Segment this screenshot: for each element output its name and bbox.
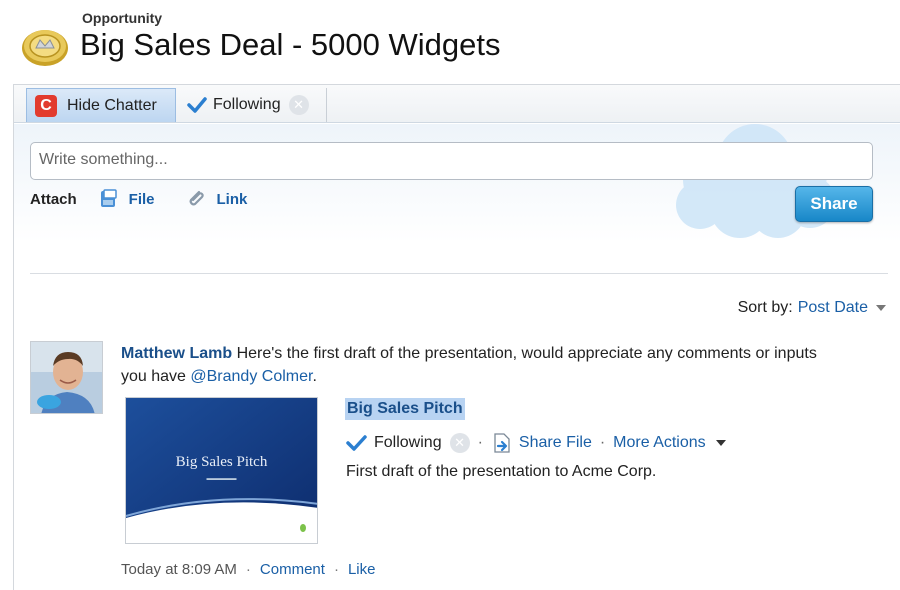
link-label: Link <box>216 190 248 208</box>
attach-link-link[interactable]: Link <box>185 188 248 210</box>
close-icon[interactable]: ✕ <box>449 433 470 453</box>
share-file-link[interactable]: Share File <box>519 434 592 452</box>
chatter-icon: C <box>35 94 57 117</box>
hide-chatter-label: Hide Chatter <box>67 96 157 114</box>
attach-label: Attach <box>30 190 77 208</box>
mention-link[interactable]: @Brandy Colmer <box>190 368 312 385</box>
check-icon <box>187 97 207 113</box>
attach-row: Attach File Link <box>30 188 277 210</box>
like-link[interactable]: Like <box>348 561 376 578</box>
thumbnail-subtitle: ▬▬▬▬▬ <box>206 476 237 482</box>
coin-icon <box>22 30 68 66</box>
record-type-label: Opportunity <box>82 10 163 26</box>
page-title: Big Sales Deal - 5000 Widgets <box>80 27 501 62</box>
record-header: Opportunity Big Sales Deal - 5000 Widget… <box>0 0 900 80</box>
author-link[interactable]: Matthew Lamb <box>121 345 232 362</box>
following-label: Following <box>213 96 281 113</box>
thumbnail-title: Big Sales Pitch <box>175 454 268 470</box>
file-following-label: Following <box>374 434 442 451</box>
caret-down-icon[interactable] <box>876 305 886 311</box>
separator-dot: · <box>245 561 251 578</box>
post-body: Matthew Lamb Here's the first draft of t… <box>121 342 821 388</box>
separator-dot: · <box>599 434 606 451</box>
cloud-icon <box>676 124 836 238</box>
file-thumbnail[interactable]: Big Sales Pitch ▬▬▬▬▬ <box>125 397 318 544</box>
file-title-link[interactable]: Big Sales Pitch <box>345 398 465 420</box>
file-actions: Following ✕ · Share File · More Actions <box>346 432 726 454</box>
attach-file-link[interactable]: File <box>99 188 155 210</box>
post-timestamp[interactable]: Today at 8:09 AM <box>121 561 237 578</box>
hide-chatter-tab[interactable]: C Hide Chatter <box>26 88 176 122</box>
close-icon[interactable]: ✕ <box>288 95 309 115</box>
file-description: First draft of the presentation to Acme … <box>346 463 657 480</box>
sort-label: Sort by: <box>737 299 793 316</box>
sort-control[interactable]: Sort by: Post Date <box>738 299 886 317</box>
post-meta: Today at 8:09 AM · Comment · Like <box>121 561 375 578</box>
more-actions-link[interactable]: More Actions <box>613 434 705 452</box>
check-icon <box>346 435 367 451</box>
avatar[interactable] <box>30 341 103 414</box>
post-message-end: . <box>312 368 317 385</box>
chatter-tabbar: C Hide Chatter Following ✕ <box>14 85 900 123</box>
caret-down-icon[interactable] <box>715 440 726 446</box>
file-label: File <box>128 190 155 208</box>
share-button[interactable]: Share <box>795 186 873 222</box>
share-file-icon <box>494 433 510 453</box>
paperclip-icon <box>189 190 204 206</box>
separator-dot: · <box>333 561 339 578</box>
comment-link[interactable]: Comment <box>260 561 325 578</box>
sort-value[interactable]: Post Date <box>798 299 868 317</box>
file-icon <box>100 189 117 207</box>
post-input[interactable]: Write something... <box>30 142 873 180</box>
feed-divider <box>30 273 888 274</box>
separator-dot: · <box>477 434 483 451</box>
following-tab[interactable]: Following ✕ <box>177 88 327 122</box>
